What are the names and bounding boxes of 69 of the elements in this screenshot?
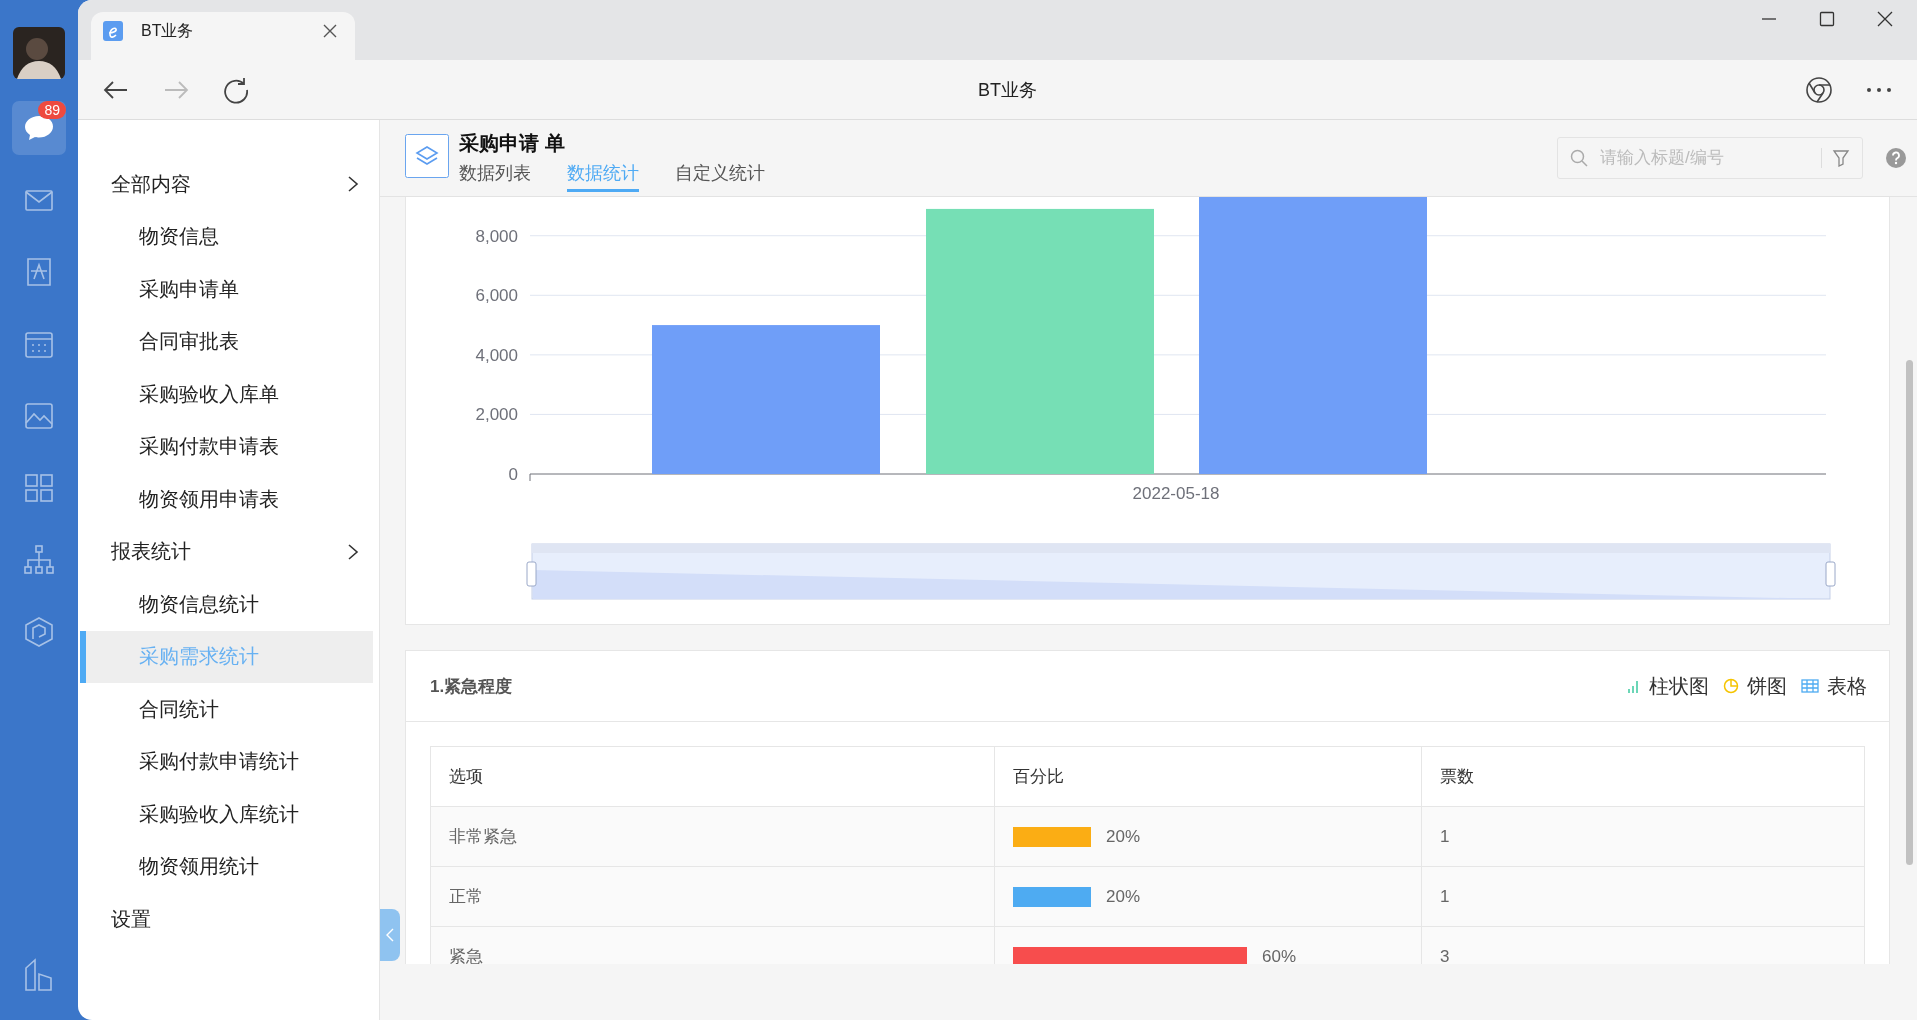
axis-label: 2022-05-18 — [1132, 484, 1220, 503]
table-cell: 1 — [1421, 806, 1865, 867]
menu-item[interactable]: 采购验收入库统计 — [80, 788, 373, 841]
unread-badge: 89 — [38, 101, 66, 119]
menu-item[interactable]: 采购验收入库单 — [80, 368, 373, 421]
chevron-icon — [347, 175, 359, 194]
menu-group[interactable]: 全部内容 — [78, 158, 379, 211]
view-tab[interactable]: 自定义统计 — [675, 161, 765, 192]
menu-item[interactable]: 采购付款申请统计 — [80, 735, 373, 788]
menu-group[interactable]: 报表统计 — [78, 525, 379, 578]
search-field[interactable]: 请输入标题/编号 — [1557, 137, 1863, 179]
menu-item[interactable]: 采购付款申请表 — [80, 420, 373, 473]
org-chart-icon — [22, 543, 56, 577]
column-header: 选项 — [430, 746, 995, 807]
axis-label: 6,000 — [475, 286, 518, 306]
menu-item[interactable]: 合同统计 — [80, 683, 373, 736]
search-input[interactable]: 请输入标题/编号 — [1598, 147, 1811, 169]
table-cell: 非常紧急 — [430, 806, 995, 867]
tab-title: BT业务 — [141, 20, 195, 41]
chevron-left-icon — [386, 928, 394, 942]
collapse-handle[interactable] — [380, 909, 400, 961]
scrollbar[interactable] — [1906, 360, 1913, 865]
form-title: 采购申请 单 — [459, 131, 566, 156]
percent-label: 20% — [1106, 826, 1141, 847]
view-tab[interactable]: 数据列表 — [459, 161, 531, 192]
pie-chart-icon — [1723, 678, 1739, 694]
menu-group[interactable]: 设置 — [78, 893, 379, 946]
refresh-icon[interactable] — [222, 75, 250, 104]
maximize-icon[interactable] — [1819, 11, 1835, 27]
zoom-slider[interactable] — [526, 543, 1836, 600]
menu-item[interactable]: 合同审批表 — [80, 315, 373, 368]
axis-label: 0 — [508, 465, 518, 484]
avatar[interactable] — [13, 27, 65, 79]
table-cell: 紧急 — [430, 926, 995, 964]
column-header: 票数 — [1421, 746, 1865, 807]
axis-label: 2,000 — [475, 405, 518, 425]
cube-icon — [22, 615, 56, 649]
percent-label: 60% — [1262, 946, 1297, 964]
search-icon — [1570, 149, 1588, 167]
menu-item[interactable]: 物资信息统计 — [80, 578, 373, 631]
close-icon[interactable] — [323, 24, 337, 38]
chevron-icon — [347, 542, 359, 561]
view-toggle[interactable]: 柱状图 — [1627, 672, 1709, 700]
table-cell: 正常 — [430, 866, 995, 927]
bar-chart-icon — [1627, 678, 1641, 694]
layers-icon — [405, 134, 449, 178]
menu-item[interactable]: 物资领用统计 — [80, 840, 373, 893]
filter-icon[interactable] — [1832, 149, 1850, 167]
question-title: 1.紧急程度 — [430, 675, 513, 698]
close-icon[interactable] — [1877, 11, 1893, 27]
axis-label: 8,000 — [475, 226, 518, 246]
menu-item[interactable]: 物资信息 — [80, 210, 373, 263]
axis-label: 4,000 — [475, 345, 518, 365]
column-header: 百分比 — [994, 746, 1422, 807]
browser-tab[interactable]: BT业务 — [91, 12, 355, 60]
table-icon — [1801, 679, 1819, 693]
page-title: BT业务 — [977, 78, 1038, 102]
percent-label: 20% — [1106, 886, 1141, 907]
buildings-icon[interactable] — [24, 958, 54, 992]
menu-item[interactable]: 物资领用申请表 — [80, 473, 373, 526]
table-cell: 1 — [1421, 866, 1865, 927]
view-toggle[interactable]: 表格 — [1801, 672, 1867, 700]
apps-icon — [22, 471, 56, 505]
rail-button[interactable]: 89 — [12, 101, 66, 155]
menu-item[interactable]: 采购申请单 — [80, 263, 373, 316]
help-icon[interactable] — [1885, 147, 1907, 169]
app-logo-icon — [103, 21, 123, 41]
view-toggle[interactable]: 饼图 — [1723, 672, 1787, 700]
browser-icon[interactable] — [1805, 75, 1833, 104]
